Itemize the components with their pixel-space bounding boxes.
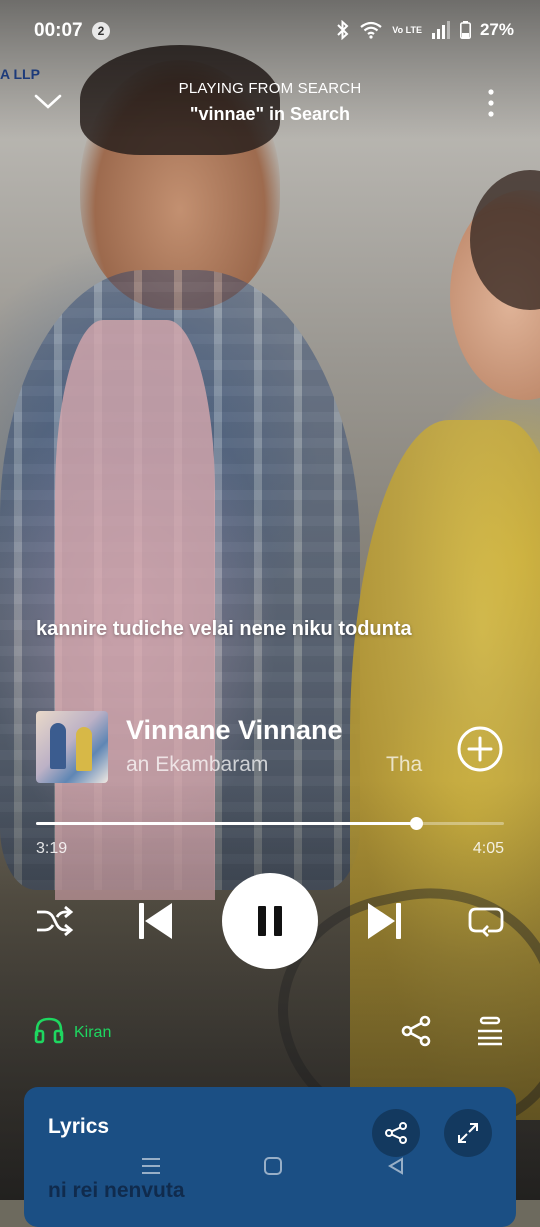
previous-track-button[interactable]: [136, 900, 176, 942]
back-icon[interactable]: [386, 1156, 406, 1181]
current-lyric-line: kannire tudiche velai nene niku todunta: [36, 618, 412, 640]
status-time: 00:07: [34, 20, 83, 41]
artist-name: an Ekambaram: [126, 753, 269, 776]
signal-icon: [431, 21, 451, 39]
progress-fill: [36, 822, 417, 825]
track-title[interactable]: Vinnane Vinnane: [126, 715, 343, 746]
battery-percent: 27%: [479, 20, 514, 39]
player-header: PLAYING FROM SEARCH "vinnae" in Search: [0, 62, 540, 142]
artist-name-next: Tha: [386, 753, 423, 776]
device-name: Kiran: [74, 1023, 112, 1041]
shuffle-button[interactable]: [34, 903, 74, 939]
lyrics-card-title: Lyrics: [48, 1115, 110, 1138]
share-button[interactable]: [400, 1014, 432, 1048]
wifi-icon: [359, 21, 383, 39]
system-navigation-bar: [0, 1140, 540, 1200]
elapsed-time: 3:19: [36, 840, 68, 857]
total-duration: 4:05: [472, 840, 504, 857]
add-to-library-button[interactable]: [456, 725, 504, 773]
headphones-icon: [34, 1016, 64, 1049]
playing-from-label: PLAYING FROM SEARCH: [178, 80, 362, 97]
queue-button[interactable]: [476, 1016, 504, 1046]
next-track-button[interactable]: [364, 900, 404, 942]
battery-icon: [459, 21, 471, 39]
bluetooth-icon: [336, 20, 350, 40]
playing-context-name[interactable]: "vinnae" in Search: [0, 104, 540, 125]
recent-apps-icon[interactable]: [140, 1156, 162, 1181]
notification-count-badge: 2: [92, 22, 110, 40]
connected-device[interactable]: Kiran: [34, 1016, 111, 1049]
repeat-button[interactable]: [466, 903, 506, 939]
more-options-icon[interactable]: [478, 86, 504, 122]
progress-knob[interactable]: [410, 817, 424, 830]
pause-icon: [258, 906, 266, 936]
playback-progress-bar[interactable]: [36, 815, 504, 831]
album-art-thumbnail[interactable]: [36, 711, 108, 783]
pause-button[interactable]: [222, 873, 318, 969]
status-bar: 00:07 2 Vo LTE 27%: [0, 0, 540, 62]
volte-indicator: Vo LTE: [392, 24, 422, 35]
artist-marquee[interactable]: an Ekambaram Tha: [126, 753, 426, 781]
home-icon[interactable]: [263, 1156, 283, 1181]
